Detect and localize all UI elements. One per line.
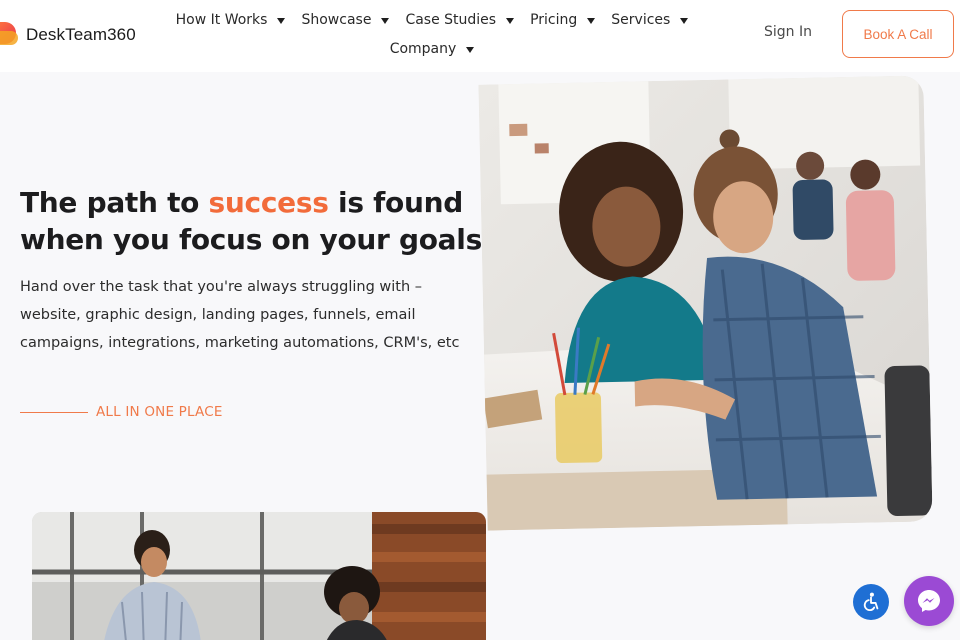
hero-subtext: Hand over the task that you're always st… xyxy=(20,279,460,351)
brand-logo[interactable]: DeskTeam360 xyxy=(0,20,136,50)
chevron-down-icon xyxy=(587,17,596,24)
accessibility-icon xyxy=(863,592,879,612)
nav-item-label: Company xyxy=(389,41,457,57)
nav-item-showcase[interactable]: Showcase xyxy=(301,12,390,28)
nav-item-company[interactable]: Company xyxy=(390,41,475,57)
headline-accent: success xyxy=(208,186,329,219)
messenger-chat-button[interactable] xyxy=(904,576,954,626)
nav-item-how-it-works[interactable]: How It Works xyxy=(176,12,286,28)
nav-item-pricing[interactable]: Pricing xyxy=(530,12,596,28)
secondary-photo xyxy=(32,512,486,640)
headline-text: The path to xyxy=(20,186,209,219)
chevron-down-icon xyxy=(680,17,689,24)
nav-item-case-studies[interactable]: Case Studies xyxy=(405,12,515,28)
nav-item-label: Showcase xyxy=(301,12,372,28)
main-nav: How It Works Showcase Case Studies Prici… xyxy=(172,8,692,66)
secondary-photo-illustration xyxy=(32,512,486,640)
chevron-down-icon xyxy=(466,46,475,53)
book-a-call-button[interactable]: Book A Call xyxy=(842,10,954,58)
hero-photo xyxy=(478,75,933,531)
nav-item-label: How It Works xyxy=(175,12,268,28)
chevron-down-icon xyxy=(381,17,390,24)
site-header: DeskTeam360 How It Works Showcase Case S… xyxy=(0,0,960,72)
nav-item-label: Services xyxy=(611,12,671,28)
brand-name: DeskTeam360 xyxy=(26,25,136,44)
nav-item-label: Pricing xyxy=(530,12,578,28)
tagline-text: ALL IN ONE PLACE xyxy=(96,404,223,420)
hero-tagline: ALL IN ONE PLACE xyxy=(20,404,223,420)
chevron-down-icon xyxy=(506,17,515,24)
messenger-icon xyxy=(918,590,940,612)
nav-item-label: Case Studies xyxy=(405,12,497,28)
sign-in-link[interactable]: Sign In xyxy=(764,24,812,40)
chevron-down-icon xyxy=(277,17,286,24)
hero-photo-illustration xyxy=(478,75,933,531)
nav-item-services[interactable]: Services xyxy=(611,12,689,28)
logo-icon xyxy=(0,22,20,48)
accessibility-button[interactable] xyxy=(853,584,889,620)
hero-headline: The path to success is found when you fo… xyxy=(20,184,490,258)
tagline-divider xyxy=(20,411,88,413)
